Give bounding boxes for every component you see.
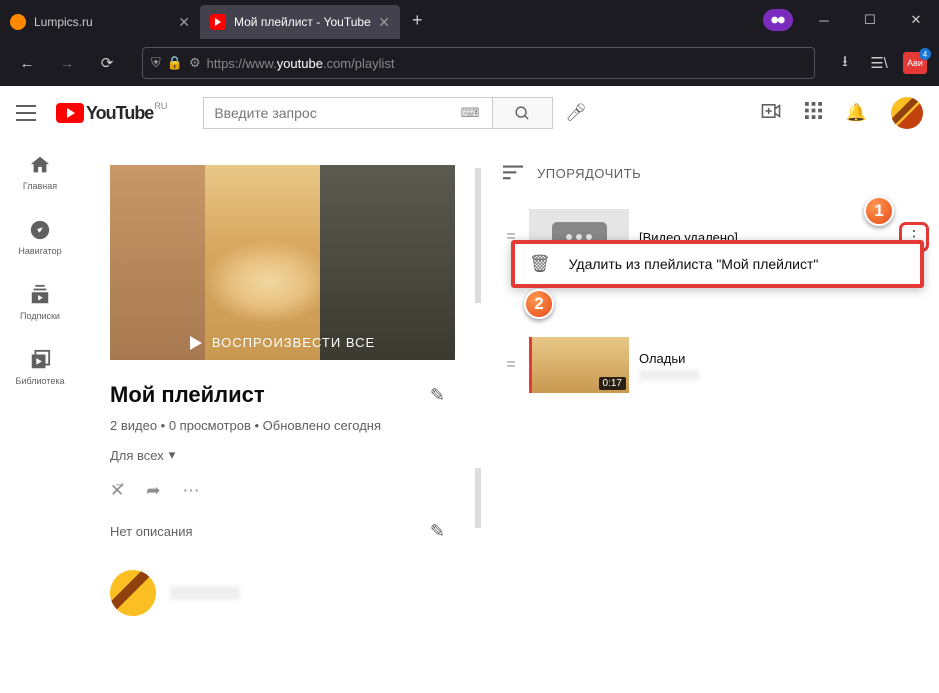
more-icon[interactable]: ⋯ bbox=[183, 481, 200, 501]
extension-badge[interactable]: Ави bbox=[903, 52, 927, 74]
owner-avatar bbox=[110, 570, 156, 616]
main-content: ВОСПРОИЗВЕСТИ ВСЕ Мой плейлист ✎ 2 видео… bbox=[80, 86, 939, 693]
apps-icon[interactable] bbox=[805, 102, 822, 124]
minimize-button[interactable]: ─ bbox=[801, 0, 847, 40]
playlist-item[interactable]: = 0:17 Оладьи bbox=[503, 331, 929, 399]
shuffle-icon[interactable]: ✕⃗ bbox=[110, 481, 124, 501]
edit-title-icon[interactable]: ✎ bbox=[430, 385, 445, 406]
sort-button[interactable]: УПОРЯДОЧИТЬ bbox=[503, 165, 929, 181]
header-actions: 🔔 bbox=[761, 97, 923, 129]
edit-desc-icon[interactable]: ✎ bbox=[430, 521, 445, 542]
playlist-owner[interactable] bbox=[110, 570, 445, 616]
youtube-sidebar: Главная Навигатор Подписки Библиотека bbox=[0, 86, 80, 693]
sidebar-item-library[interactable]: Библиотека bbox=[0, 335, 80, 400]
sidebar-item-explore[interactable]: Навигатор bbox=[0, 205, 80, 270]
playlist-actions: ✕⃗ ➦ ⋯ bbox=[110, 481, 445, 501]
item-title: Оладьи bbox=[639, 351, 929, 366]
voice-search-icon[interactable]: 🎤︎ bbox=[561, 98, 591, 128]
url-text: https://www.youtube.com/playlist bbox=[207, 56, 806, 71]
thumbnail: 0:17 bbox=[529, 337, 629, 393]
remove-from-playlist[interactable]: Удалить из плейлиста "Мой плейлист" bbox=[569, 256, 819, 272]
window-controls: ─ ☐ ✕ bbox=[763, 0, 939, 40]
callout-1: 1 bbox=[864, 196, 894, 226]
lock-icon: 🔒 bbox=[167, 55, 183, 71]
search-button[interactable] bbox=[493, 97, 553, 129]
shield-icon: ⛨ bbox=[151, 55, 161, 71]
page-content: YouTube RU ⌨ 🎤︎ 🔔 Главная Навигатор Подп… bbox=[0, 86, 939, 693]
create-icon[interactable] bbox=[761, 103, 781, 123]
maximize-button[interactable]: ☐ bbox=[847, 0, 893, 40]
new-tab-button[interactable]: + bbox=[400, 10, 435, 31]
playlist-meta: 2 видео • 0 просмотров • Обновлено сегод… bbox=[110, 418, 445, 433]
library-icon[interactable]: ☰\ bbox=[869, 53, 889, 73]
sidebar-item-home[interactable]: Главная bbox=[0, 140, 80, 205]
private-mode-icon bbox=[763, 9, 793, 31]
playlist-panel: ВОСПРОИЗВЕСТИ ВСЕ Мой плейлист ✎ 2 видео… bbox=[80, 140, 475, 693]
keyboard-icon[interactable]: ⌨ bbox=[461, 105, 480, 121]
hamburger-icon[interactable] bbox=[16, 101, 40, 125]
youtube-wordmark: YouTube bbox=[86, 103, 153, 124]
playlist-title: Мой плейлист bbox=[110, 382, 265, 408]
tab-label: Мой плейлист - YouTube bbox=[234, 15, 371, 29]
youtube-play-icon bbox=[56, 103, 84, 123]
callout-2: 2 bbox=[524, 289, 554, 319]
notifications-icon[interactable]: 🔔 bbox=[846, 103, 867, 123]
trash-icon: 🗑 bbox=[529, 254, 551, 274]
context-menu: 🗑 Удалить из плейлиста "Мой плейлист" bbox=[511, 240, 924, 288]
favicon-lumpics bbox=[10, 14, 26, 30]
youtube-header: YouTube RU ⌨ 🎤︎ 🔔 bbox=[0, 86, 939, 140]
favicon-youtube bbox=[210, 14, 226, 30]
no-description: Нет описания bbox=[110, 524, 193, 539]
close-button[interactable]: ✕ bbox=[893, 0, 939, 40]
toolbar-right: ⭳ ☰\ Ави bbox=[835, 52, 927, 74]
playlist-hero[interactable]: ВОСПРОИЗВЕСТИ ВСЕ bbox=[110, 165, 455, 360]
share-icon[interactable]: ➦ bbox=[146, 481, 160, 501]
browser-navbar: ← → ⟳ ⛨ 🔒 ⚙ https://www.youtube.com/play… bbox=[0, 40, 939, 86]
tab-youtube[interactable]: Мой плейлист - YouTube ✕ bbox=[200, 5, 400, 39]
avatar[interactable] bbox=[891, 97, 923, 129]
url-bar[interactable]: ⛨ 🔒 ⚙ https://www.youtube.com/playlist bbox=[142, 47, 815, 79]
region-code: RU bbox=[154, 101, 167, 111]
back-button[interactable]: ← bbox=[12, 48, 42, 78]
tab-label: Lumpics.ru bbox=[34, 15, 93, 29]
tab-lumpics[interactable]: Lumpics.ru ✕ bbox=[0, 5, 200, 39]
owner-name bbox=[170, 586, 240, 600]
search-box: ⌨ bbox=[203, 97, 553, 129]
play-all-label: ВОСПРОИЗВЕСТИ ВСЕ bbox=[110, 335, 455, 350]
reload-button[interactable]: ⟳ bbox=[92, 48, 122, 78]
sort-label: УПОРЯДОЧИТЬ bbox=[537, 166, 641, 181]
youtube-logo[interactable]: YouTube RU bbox=[56, 103, 153, 124]
close-icon[interactable]: ✕ bbox=[178, 14, 190, 31]
item-channel bbox=[639, 370, 699, 380]
search-input[interactable] bbox=[203, 97, 493, 129]
close-icon[interactable]: ✕ bbox=[378, 14, 390, 31]
drag-handle-icon[interactable]: = bbox=[503, 356, 519, 374]
download-icon[interactable]: ⭳ bbox=[835, 53, 855, 73]
forward-button[interactable]: → bbox=[52, 48, 82, 78]
chevron-down-icon: ▾ bbox=[169, 447, 176, 463]
permissions-icon: ⚙ bbox=[189, 55, 201, 71]
duration-badge: 0:17 bbox=[599, 377, 626, 390]
browser-titlebar: Lumpics.ru ✕ Мой плейлист - YouTube ✕ + … bbox=[0, 0, 939, 40]
visibility-dropdown[interactable]: Для всех▾ bbox=[110, 447, 445, 463]
sidebar-item-subscriptions[interactable]: Подписки bbox=[0, 270, 80, 335]
